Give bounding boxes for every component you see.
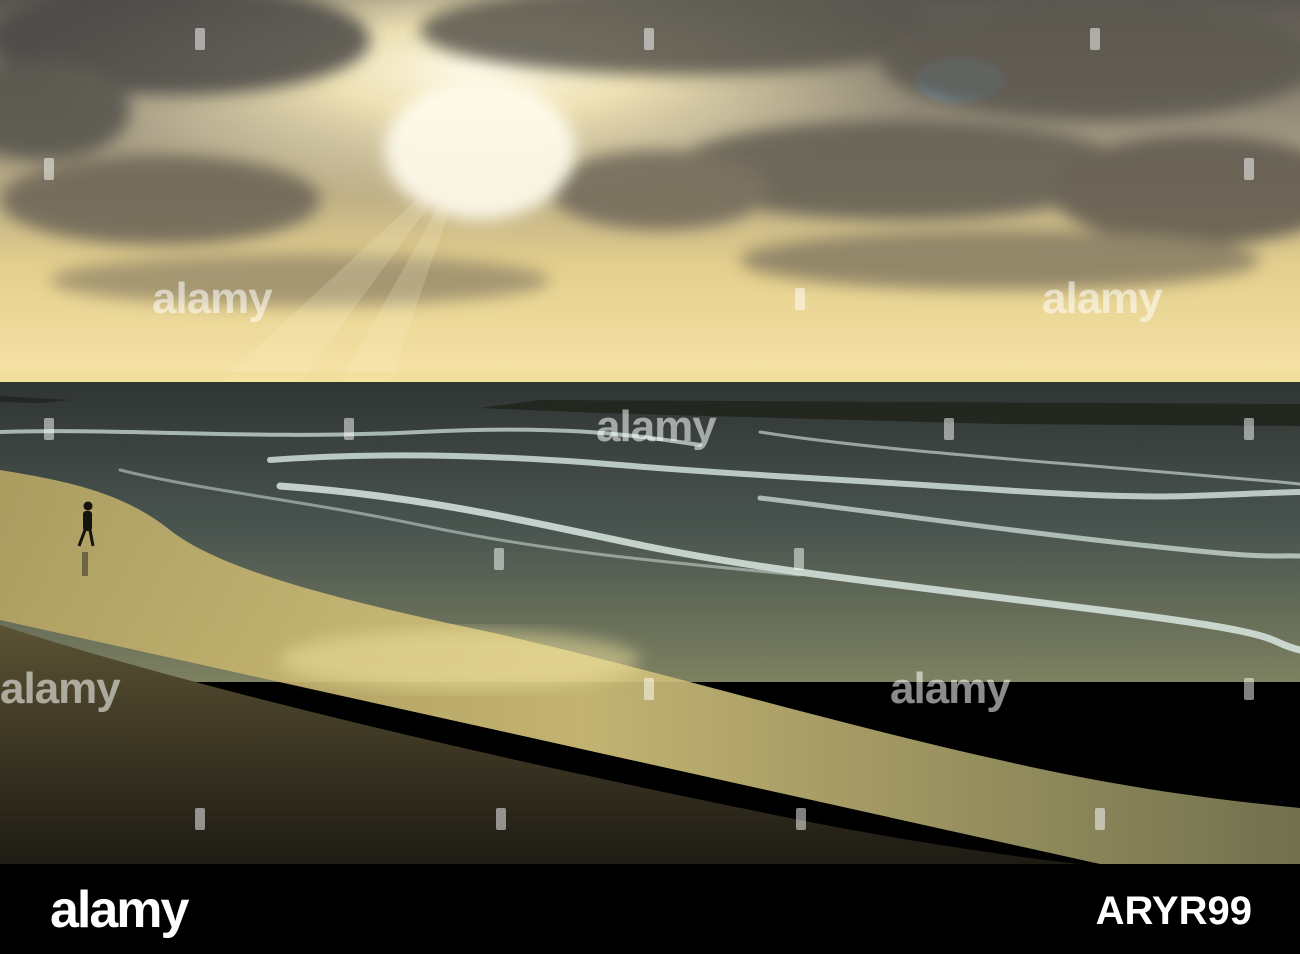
photo-frame: alamy alamy alamy alamy alamy alamy ARYR… (0, 0, 1300, 954)
watermark-mark (794, 548, 804, 570)
watermark-text: alamy (1042, 274, 1163, 323)
watermark-text: alamy (0, 664, 121, 713)
brand-logo: alamy (50, 881, 189, 939)
watermark-text: alamy (596, 402, 717, 451)
watermark-mark (644, 28, 654, 50)
watermark-mark (1095, 808, 1105, 830)
image-id: ARYR99 (1095, 889, 1252, 933)
watermark-mark (1244, 418, 1254, 440)
watermark-text: alamy (152, 274, 273, 323)
watermark-mark (195, 28, 205, 50)
watermark-text: alamy (890, 664, 1011, 713)
watermark-mark (1244, 678, 1254, 700)
watermark-mark (344, 418, 354, 440)
watermark-mark (644, 678, 654, 700)
watermark-mark (796, 808, 806, 830)
watermark-mark (195, 808, 205, 830)
watermark-mark (795, 288, 805, 310)
watermark-mark (1244, 158, 1254, 180)
watermark-mark (44, 158, 54, 180)
watermark-mark (496, 808, 506, 830)
watermark-mark (44, 418, 54, 440)
watermark-mark (494, 548, 504, 570)
watermark-mark (944, 418, 954, 440)
watermark-mark (1090, 28, 1100, 50)
